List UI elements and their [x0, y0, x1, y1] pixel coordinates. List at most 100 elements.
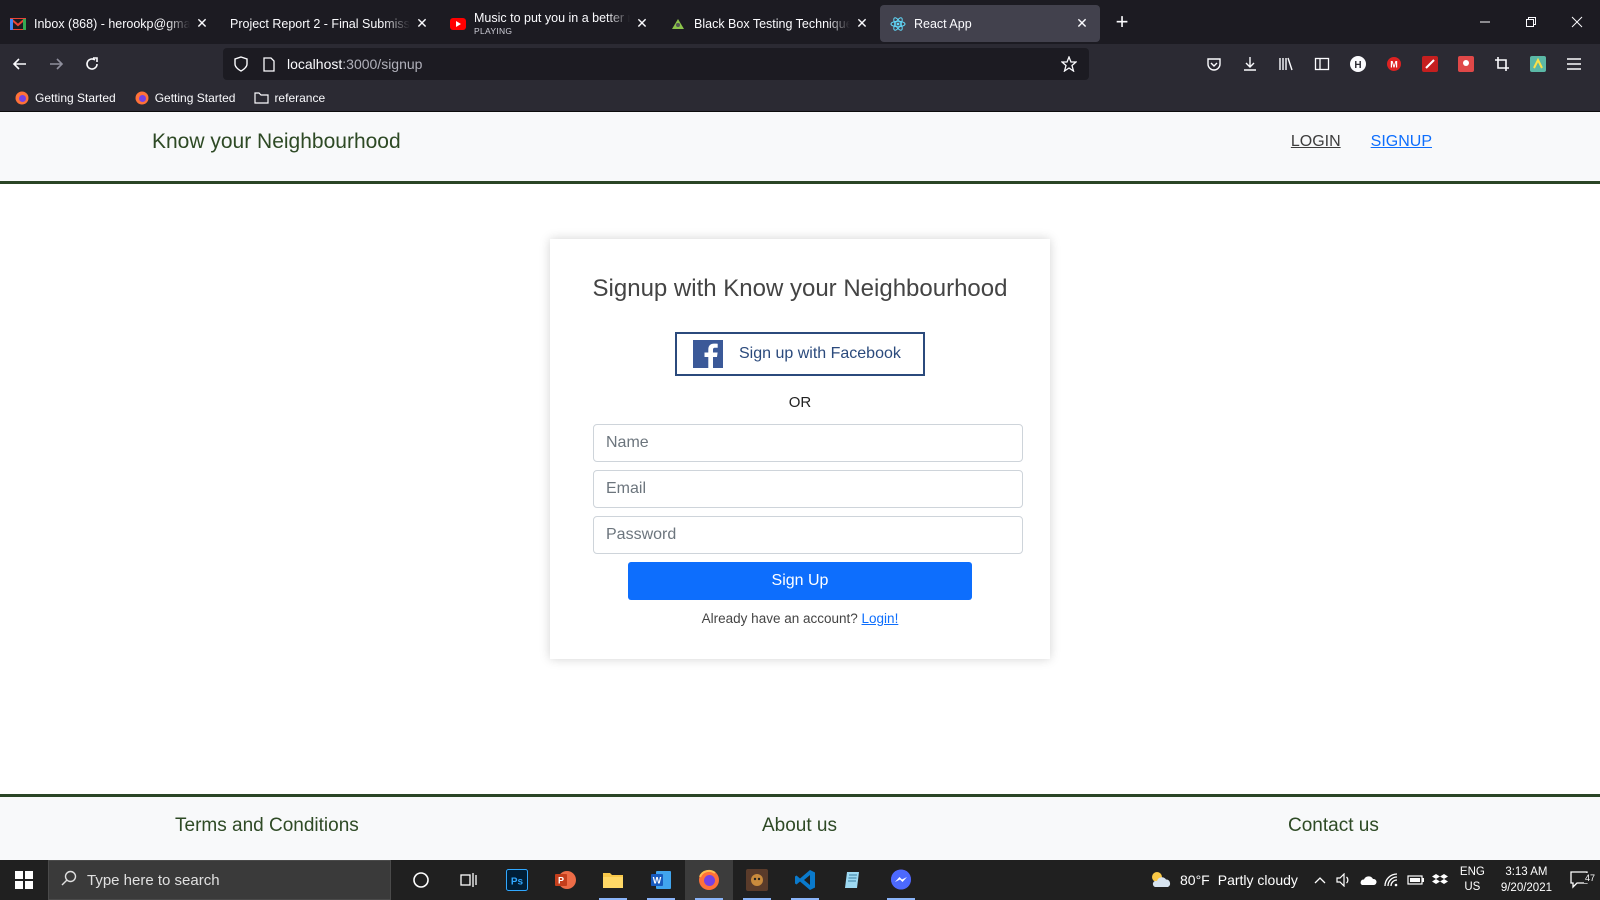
youtube-icon	[450, 16, 466, 32]
svg-text:W: W	[653, 876, 662, 886]
cortana-icon[interactable]	[397, 860, 445, 900]
bookmarks-toolbar: Getting Started Getting Started referanc…	[0, 84, 1600, 112]
menu-icon[interactable]	[1556, 48, 1592, 80]
svg-text:H: H	[1354, 60, 1361, 71]
tab-title: Music to put you in a better mood	[474, 11, 630, 25]
bookmark-getting-started[interactable]: Getting Started	[10, 88, 120, 108]
restore-icon[interactable]	[1508, 0, 1554, 44]
windows-taskbar: Type here to search Ps P W 80°F Partly c…	[0, 860, 1600, 900]
weather-widget[interactable]: 80°F Partly cloudy	[1148, 869, 1298, 892]
close-window-icon[interactable]	[1554, 0, 1600, 44]
signup-title: Signup with Know your Neighbourhood	[592, 275, 1008, 302]
login-link-inline[interactable]: Login!	[862, 611, 899, 626]
footer-about-link[interactable]: About us	[762, 815, 837, 837]
minimize-icon[interactable]	[1462, 0, 1508, 44]
name-input[interactable]	[593, 424, 1023, 462]
url-bar[interactable]: localhost:3000/signup	[223, 48, 1089, 80]
page-info-icon[interactable]	[255, 50, 283, 78]
bookmark-label: Getting Started	[154, 90, 236, 105]
footer-terms-link[interactable]: Terms and Conditions	[175, 815, 359, 837]
photoshop-icon[interactable]: Ps	[493, 860, 541, 900]
download-icon[interactable]	[1232, 48, 1268, 80]
tab-black-box[interactable]: Black Box Testing Technique, its Types ✕	[660, 5, 880, 42]
bookmark-folder-referance[interactable]: referance	[249, 88, 329, 108]
login-link[interactable]: LOGIN	[1291, 133, 1341, 151]
chevron-up-icon[interactable]	[1308, 876, 1332, 884]
site-icon	[670, 16, 686, 32]
extension-pen-icon[interactable]	[1412, 48, 1448, 80]
notepad-app-icon[interactable]	[829, 860, 877, 900]
email-input[interactable]	[593, 470, 1023, 508]
sidebar-icon[interactable]	[1304, 48, 1340, 80]
firefox-taskbar-icon[interactable]	[685, 860, 733, 900]
facebook-icon	[693, 340, 723, 368]
password-input[interactable]	[593, 516, 1023, 554]
new-tab-button[interactable]: +	[1104, 4, 1140, 40]
footer-contact-link[interactable]: Contact us	[1288, 815, 1379, 837]
powerpoint-icon[interactable]: P	[541, 860, 589, 900]
clock-time: 3:13 AM	[1505, 866, 1548, 878]
weather-temp: 80°F	[1180, 872, 1210, 888]
already-text: Already have an account?	[701, 611, 858, 626]
battery-icon[interactable]	[1404, 874, 1428, 886]
bookmark-getting-started[interactable]: Getting Started	[130, 88, 240, 108]
extension-h-icon[interactable]: H	[1340, 48, 1376, 80]
close-icon[interactable]: ✕	[414, 15, 430, 32]
signup-link[interactable]: SIGNUP	[1371, 133, 1432, 151]
svg-text:P: P	[558, 876, 564, 886]
dropbox-icon[interactable]	[1428, 873, 1452, 887]
notification-center-icon[interactable]: 47	[1560, 871, 1600, 889]
tab-title: Project Report 2 - Final Submission (Sem…	[230, 16, 410, 31]
tab-project-report[interactable]: Project Report 2 - Final Submission (Sem…	[220, 5, 440, 42]
messenger-icon[interactable]	[877, 860, 925, 900]
volume-icon[interactable]	[1332, 873, 1356, 887]
firefox-icon	[134, 90, 150, 106]
tab-title: Black Box Testing Technique, its Types	[694, 16, 850, 31]
file-explorer-icon[interactable]	[589, 860, 637, 900]
tab-gmail[interactable]: Inbox (868) - herookp@gmail.com - Gmail …	[0, 5, 220, 42]
bookmark-star-icon[interactable]	[1055, 50, 1083, 78]
wifi-icon[interactable]	[1380, 873, 1404, 887]
back-icon[interactable]	[4, 48, 36, 80]
tab-bar: Inbox (868) - herookp@gmail.com - Gmail …	[0, 0, 1600, 44]
extension-m-icon[interactable]: M	[1376, 48, 1412, 80]
close-icon[interactable]: ✕	[1074, 15, 1090, 32]
gmail-icon	[10, 16, 26, 32]
tab-music[interactable]: Music to put you in a better mood PLAYIN…	[440, 5, 660, 42]
windows-start-icon[interactable]	[0, 860, 48, 900]
input-language[interactable]: ENG US	[1460, 865, 1485, 895]
page-viewport: Know your Neighbourhood LOGIN SIGNUP Sig…	[0, 112, 1600, 860]
system-clock[interactable]: 3:13 AM 9/20/2021	[1501, 864, 1552, 896]
url-host: localhost	[287, 56, 343, 72]
signup-submit-button[interactable]: Sign Up	[628, 562, 972, 600]
game-app-icon[interactable]	[733, 860, 781, 900]
facebook-signup-button[interactable]: Sign up with Facebook	[675, 332, 925, 376]
word-icon[interactable]: W	[637, 860, 685, 900]
search-icon	[61, 870, 77, 890]
shield-icon[interactable]	[227, 50, 255, 78]
taskbar-search[interactable]: Type here to search	[48, 860, 391, 900]
library-icon[interactable]	[1268, 48, 1304, 80]
extension-map-icon[interactable]	[1520, 48, 1556, 80]
onedrive-icon[interactable]	[1356, 874, 1380, 886]
firefox-icon	[14, 90, 30, 106]
svg-text:Ps: Ps	[511, 877, 524, 888]
pocket-icon[interactable]	[1196, 48, 1232, 80]
svg-text:M: M	[1390, 60, 1398, 70]
forward-icon[interactable]	[40, 48, 72, 80]
bookmark-label: Getting Started	[35, 90, 116, 105]
url-path: :3000/signup	[342, 56, 423, 72]
close-icon[interactable]: ✕	[194, 15, 210, 32]
tab-playing-label: PLAYING	[474, 26, 513, 36]
tab-react-app[interactable]: React App ✕	[880, 5, 1100, 42]
notification-count: 47	[1583, 873, 1596, 883]
login-prompt: Already have an account? Login!	[550, 611, 1050, 626]
vscode-icon[interactable]	[781, 860, 829, 900]
reload-icon[interactable]	[76, 48, 108, 80]
crop-icon[interactable]	[1484, 48, 1520, 80]
extension-picture-icon[interactable]	[1448, 48, 1484, 80]
close-icon[interactable]: ✕	[854, 15, 870, 32]
site-brand[interactable]: Know your Neighbourhood	[152, 130, 401, 154]
close-icon[interactable]: ✕	[634, 15, 650, 32]
task-view-icon[interactable]	[445, 860, 493, 900]
